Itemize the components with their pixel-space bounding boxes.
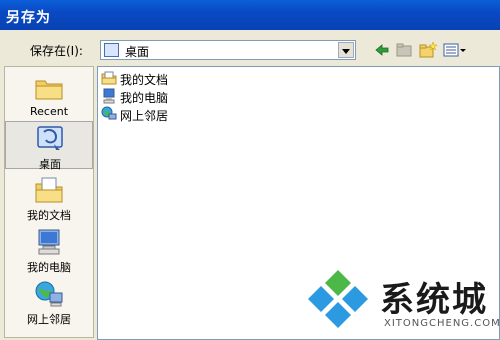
file-name: 网上邻居: [120, 109, 169, 123]
list-item[interactable]: 我的文档: [101, 69, 221, 87]
watermark-logo: [308, 270, 368, 328]
place-label: Recent: [29, 105, 69, 118]
network-places-icon: [35, 281, 63, 307]
my-documents-icon: [35, 177, 63, 203]
place-label: 网上邻居: [27, 313, 71, 326]
network-places-icon: [101, 106, 117, 120]
list-item[interactable]: 网上邻居: [101, 105, 221, 123]
back-button[interactable]: [372, 41, 392, 59]
save-in-label: 保存在(I):: [30, 44, 83, 58]
back-arrow-icon: [375, 44, 389, 56]
place-network[interactable]: 网上邻居: [5, 277, 93, 326]
my-documents-icon: [101, 71, 117, 85]
new-folder-button[interactable]: [418, 41, 438, 59]
my-computer-icon: [103, 88, 115, 104]
window-title: 另存为: [6, 10, 51, 26]
file-name: 我的电脑: [120, 91, 169, 105]
desktop-icon: [37, 126, 63, 150]
list-item[interactable]: 我的电脑: [101, 87, 221, 105]
my-computer-icon: [38, 229, 60, 255]
file-name: 我的文档: [120, 73, 169, 87]
place-recent[interactable]: Recent: [5, 71, 93, 119]
place-my-computer[interactable]: 我的电脑: [5, 225, 93, 274]
save-in-dropdown[interactable]: 桌面: [100, 40, 356, 60]
views-menu-icon: [443, 43, 466, 57]
save-in-value: 桌面: [125, 45, 150, 59]
watermark-domain: XITONGCHENG.COM: [384, 318, 500, 329]
place-desktop[interactable]: 桌面: [5, 121, 93, 171]
up-folder-button[interactable]: [394, 41, 414, 59]
desktop-icon: [104, 43, 119, 57]
places-bar: Recent 桌面 我的文档 我的电脑 网上邻居: [4, 66, 94, 338]
chevron-down-icon[interactable]: [338, 42, 354, 58]
place-label: 我的电脑: [27, 261, 71, 274]
views-menu-button[interactable]: [442, 41, 468, 59]
place-label: 桌面: [39, 158, 61, 171]
up-folder-icon: [396, 43, 412, 57]
place-my-documents[interactable]: 我的文档: [5, 173, 93, 222]
title-bar[interactable]: 另存为: [0, 0, 500, 30]
watermark-text: 系统城: [380, 280, 488, 320]
recent-folder-icon: [35, 80, 63, 100]
place-label: 我的文档: [27, 209, 71, 222]
new-folder-icon: [419, 41, 438, 58]
